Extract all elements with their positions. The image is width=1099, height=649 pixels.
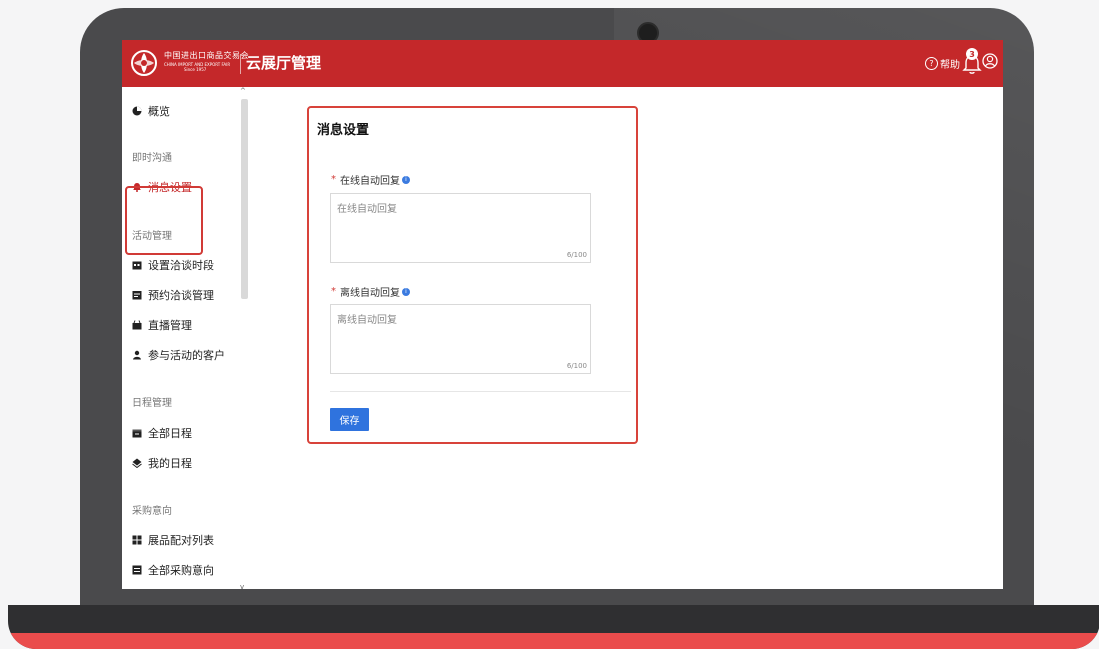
message-settings-panel: 消息设置 * 在线自动回复 i 在线自动回复 6/100 * 离线自动回复 i …: [307, 106, 638, 444]
sidebar-item-label: 全部日程: [148, 427, 192, 440]
laptop-base: [8, 605, 1099, 649]
page-title: 消息设置: [317, 123, 370, 138]
sidebar-highlight-annotation: [125, 186, 203, 255]
brand-since: Since 1957: [184, 67, 207, 72]
offline-reply-placeholder: 离线自动回复: [337, 315, 397, 326]
sidebar-item-label: 参与活动的客户: [148, 349, 225, 362]
offline-reply-textarea[interactable]: 离线自动回复 6/100: [330, 304, 591, 374]
app-window: 中国进出口商品交易会 CHINA IMPORT AND EXPORT FAIR …: [122, 40, 1003, 589]
scroll-up-icon[interactable]: ^: [240, 87, 246, 95]
sidebar-item-set-negotiation-time[interactable]: 设置洽谈时段: [132, 257, 214, 273]
sidebar-item-activity-customers[interactable]: 参与活动的客户: [132, 347, 225, 363]
online-reply-placeholder: 在线自动回复: [337, 204, 397, 215]
sidebar-item-booking-management[interactable]: 预约洽谈管理: [132, 287, 214, 303]
user-profile-icon[interactable]: [982, 52, 998, 70]
scroll-down-icon[interactable]: v: [240, 583, 244, 589]
online-reply-label: * 在线自动回复 i: [331, 172, 410, 187]
pie-chart-icon: [132, 106, 142, 116]
system-title: 云展厅管理: [246, 54, 322, 72]
help-label: 帮助: [940, 60, 960, 71]
offline-reply-label: * 离线自动回复 i: [331, 284, 410, 299]
sidebar-item-all-purchase-intent[interactable]: 全部采购意向: [132, 562, 214, 578]
offline-reply-label-text: 离线自动回复: [340, 288, 400, 299]
canton-fair-logo-icon: [131, 50, 157, 76]
help-button[interactable]: ? 帮助: [925, 56, 960, 71]
match-grid-icon: [132, 535, 142, 545]
sidebar-group-im: 即时沟通: [132, 153, 172, 164]
sidebar-item-label: 设置洽谈时段: [148, 259, 214, 272]
required-marker: *: [331, 286, 336, 297]
sidebar-scrollbar[interactable]: ^ v: [238, 87, 248, 589]
top-navigation-bar: 中国进出口商品交易会 CHINA IMPORT AND EXPORT FAIR …: [122, 40, 1003, 87]
person-icon: [133, 350, 141, 360]
online-reply-textarea[interactable]: 在线自动回复 6/100: [330, 193, 591, 263]
sidebar-item-label: 我的日程: [148, 457, 192, 470]
sidebar-item-all-schedule[interactable]: 全部日程: [132, 425, 192, 441]
calendar-icon: [132, 429, 142, 438]
sidebar-item-label: 直播管理: [148, 319, 192, 332]
online-reply-label-text: 在线自动回复: [340, 176, 400, 187]
sidebar-group-purchase: 采购意向: [132, 506, 172, 517]
calendar-list-icon: [132, 291, 142, 300]
header-divider: [240, 54, 241, 74]
live-camera-icon: [132, 320, 142, 330]
info-icon[interactable]: i: [402, 287, 410, 296]
sidebar-item-label: 概览: [148, 105, 170, 118]
user-calendar-icon: [132, 458, 142, 468]
info-icon[interactable]: i: [402, 175, 410, 184]
sidebar-item-live-management[interactable]: 直播管理: [132, 317, 192, 333]
required-marker: *: [331, 174, 336, 185]
save-button[interactable]: 保存: [330, 408, 369, 431]
sidebar-item-label: 全部采购意向: [148, 564, 214, 577]
sidebar-item-my-schedule[interactable]: 我的日程: [132, 455, 192, 471]
online-reply-char-count: 6/100: [566, 251, 587, 259]
sidebar-item-label: 展品配对列表: [148, 534, 214, 547]
sidebar-item-overview[interactable]: 概览: [132, 103, 170, 119]
brand-name-cn: 中国进出口商品交易会: [164, 51, 249, 60]
help-icon: ?: [925, 57, 938, 70]
sidebar-item-product-match-list[interactable]: 展品配对列表: [132, 532, 214, 548]
brand-text: 中国进出口商品交易会 CHINA IMPORT AND EXPORT FAIR …: [164, 50, 249, 72]
sidebar: 概览 即时沟通 消息设置 活动管理 设置洽谈时段 预约洽谈管理 直播管理 参与活…: [122, 87, 247, 589]
laptop-base-accent: [8, 633, 1099, 649]
sidebar-group-schedule: 日程管理: [132, 398, 172, 409]
offline-reply-char-count: 6/100: [566, 362, 587, 370]
form-divider: [330, 391, 631, 392]
list-document-icon: [132, 565, 142, 575]
notification-count-badge: 3: [966, 48, 978, 60]
sidebar-item-label: 预约洽谈管理: [148, 289, 214, 302]
scrollbar-thumb[interactable]: [241, 99, 248, 299]
calendar-clock-icon: [132, 261, 142, 270]
